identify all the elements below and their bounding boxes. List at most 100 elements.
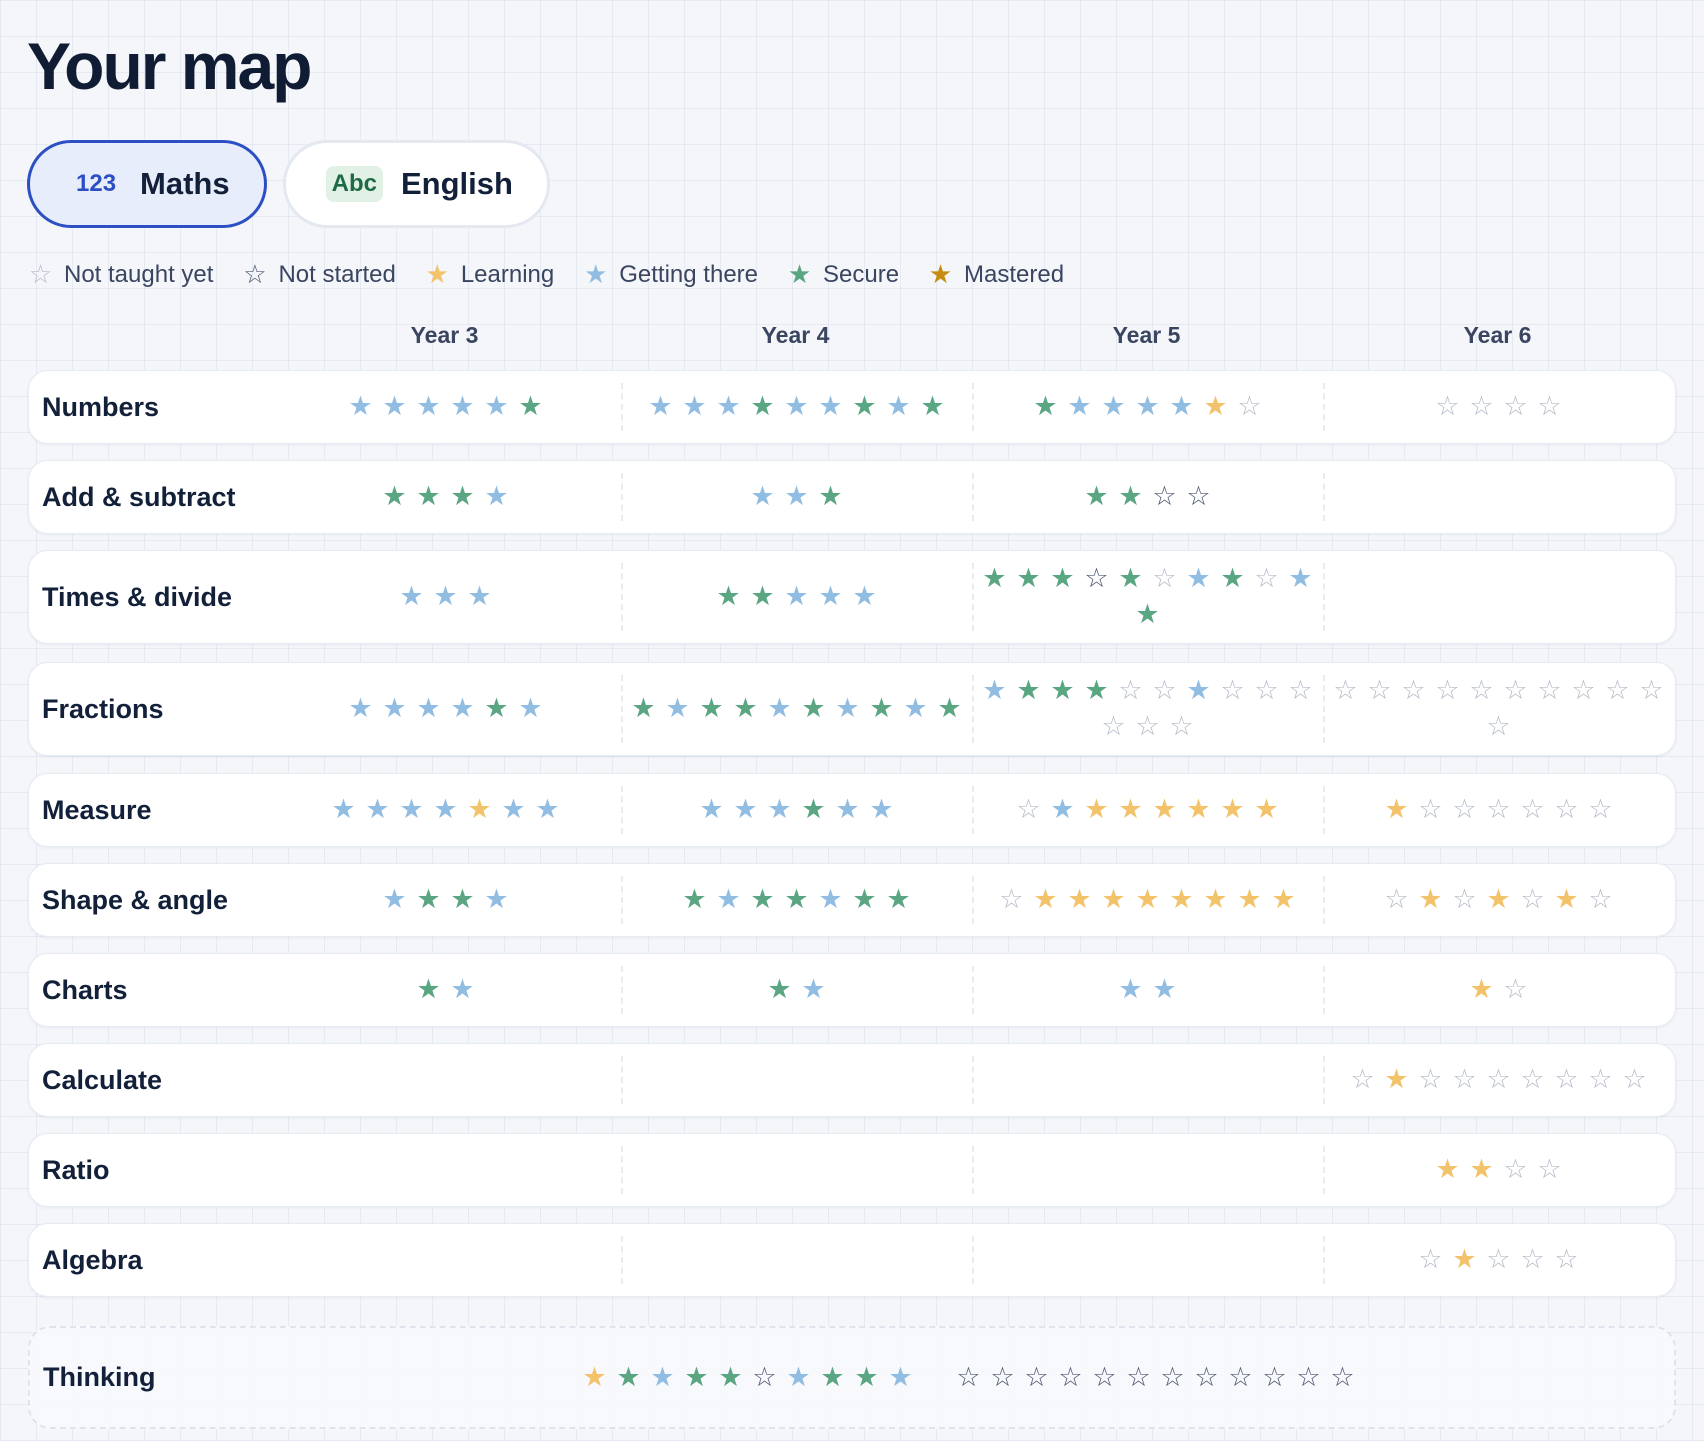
star-secure-icon[interactable]: ★ bbox=[1032, 392, 1059, 422]
star-learning-icon[interactable]: ★ bbox=[1553, 885, 1580, 915]
star-learning-icon[interactable]: ★ bbox=[1451, 1245, 1478, 1275]
star-not-taught-icon[interactable]: ☆ bbox=[1485, 1065, 1512, 1095]
star-getting-there-icon[interactable]: ★ bbox=[483, 885, 510, 915]
star-secure-icon[interactable]: ★ bbox=[800, 694, 827, 724]
star-learning-icon[interactable]: ★ bbox=[1151, 795, 1178, 825]
star-learning-icon[interactable]: ★ bbox=[1383, 795, 1410, 825]
star-secure-icon[interactable]: ★ bbox=[681, 885, 708, 915]
star-not-started-icon[interactable]: ☆ bbox=[1023, 1362, 1050, 1393]
star-not-taught-icon[interactable]: ☆ bbox=[1485, 795, 1512, 825]
star-learning-icon[interactable]: ★ bbox=[1485, 885, 1512, 915]
star-getting-there-icon[interactable]: ★ bbox=[1185, 676, 1212, 706]
star-getting-there-icon[interactable]: ★ bbox=[415, 392, 442, 422]
star-not-taught-icon[interactable]: ☆ bbox=[1587, 795, 1614, 825]
star-not-taught-icon[interactable]: ☆ bbox=[1417, 1245, 1444, 1275]
star-learning-icon[interactable]: ★ bbox=[1032, 885, 1059, 915]
star-secure-icon[interactable]: ★ bbox=[1083, 676, 1110, 706]
star-getting-there-icon[interactable]: ★ bbox=[1117, 975, 1144, 1005]
star-secure-icon[interactable]: ★ bbox=[885, 885, 912, 915]
star-not-taught-icon[interactable]: ☆ bbox=[1553, 795, 1580, 825]
star-not-taught-icon[interactable]: ☆ bbox=[1502, 392, 1529, 422]
star-secure-icon[interactable]: ★ bbox=[1083, 482, 1110, 512]
star-learning-icon[interactable]: ★ bbox=[1134, 885, 1161, 915]
star-not-taught-icon[interactable]: ☆ bbox=[1536, 392, 1563, 422]
star-not-started-icon[interactable]: ☆ bbox=[1185, 482, 1212, 512]
star-not-started-icon[interactable]: ☆ bbox=[1261, 1362, 1288, 1393]
star-getting-there-icon[interactable]: ★ bbox=[1100, 392, 1127, 422]
star-not-taught-icon[interactable]: ☆ bbox=[1604, 676, 1631, 706]
star-not-started-icon[interactable]: ☆ bbox=[1295, 1362, 1322, 1393]
star-getting-there-icon[interactable]: ★ bbox=[1168, 392, 1195, 422]
star-secure-icon[interactable]: ★ bbox=[868, 694, 895, 724]
star-not-taught-icon[interactable]: ☆ bbox=[1621, 1065, 1648, 1095]
star-getting-there-icon[interactable]: ★ bbox=[981, 676, 1008, 706]
star-not-taught-icon[interactable]: ☆ bbox=[1519, 1245, 1546, 1275]
star-not-taught-icon[interactable]: ☆ bbox=[1451, 1065, 1478, 1095]
star-not-taught-icon[interactable]: ☆ bbox=[1117, 676, 1144, 706]
star-getting-there-icon[interactable]: ★ bbox=[681, 392, 708, 422]
star-getting-there-icon[interactable]: ★ bbox=[517, 694, 544, 724]
star-getting-there-icon[interactable]: ★ bbox=[766, 694, 793, 724]
star-not-taught-icon[interactable]: ☆ bbox=[1519, 795, 1546, 825]
star-secure-icon[interactable]: ★ bbox=[919, 392, 946, 422]
star-getting-there-icon[interactable]: ★ bbox=[783, 582, 810, 612]
star-getting-there-icon[interactable]: ★ bbox=[817, 582, 844, 612]
star-secure-icon[interactable]: ★ bbox=[783, 885, 810, 915]
star-getting-there-icon[interactable]: ★ bbox=[785, 1362, 812, 1393]
star-secure-icon[interactable]: ★ bbox=[630, 694, 657, 724]
star-secure-icon[interactable]: ★ bbox=[1049, 564, 1076, 594]
star-not-started-icon[interactable]: ☆ bbox=[1159, 1362, 1186, 1393]
star-not-taught-icon[interactable]: ☆ bbox=[1366, 676, 1393, 706]
star-secure-icon[interactable]: ★ bbox=[415, 975, 442, 1005]
star-learning-icon[interactable]: ★ bbox=[1417, 885, 1444, 915]
star-secure-icon[interactable]: ★ bbox=[1134, 600, 1161, 630]
star-getting-there-icon[interactable]: ★ bbox=[347, 392, 374, 422]
star-not-started-icon[interactable]: ☆ bbox=[1091, 1362, 1118, 1393]
star-not-taught-icon[interactable]: ☆ bbox=[1519, 885, 1546, 915]
star-not-taught-icon[interactable]: ☆ bbox=[1253, 676, 1280, 706]
star-not-taught-icon[interactable]: ☆ bbox=[1468, 676, 1495, 706]
star-learning-icon[interactable]: ★ bbox=[1468, 975, 1495, 1005]
star-secure-icon[interactable]: ★ bbox=[853, 1362, 880, 1393]
star-getting-there-icon[interactable]: ★ bbox=[1151, 975, 1178, 1005]
star-not-taught-icon[interactable]: ☆ bbox=[1570, 676, 1597, 706]
star-secure-icon[interactable]: ★ bbox=[766, 975, 793, 1005]
star-getting-there-icon[interactable]: ★ bbox=[834, 795, 861, 825]
star-getting-there-icon[interactable]: ★ bbox=[800, 975, 827, 1005]
star-getting-there-icon[interactable]: ★ bbox=[381, 885, 408, 915]
star-learning-icon[interactable]: ★ bbox=[1219, 795, 1246, 825]
star-not-taught-icon[interactable]: ☆ bbox=[1400, 676, 1427, 706]
star-getting-there-icon[interactable]: ★ bbox=[715, 885, 742, 915]
star-not-started-icon[interactable]: ☆ bbox=[955, 1362, 982, 1393]
star-not-taught-icon[interactable]: ☆ bbox=[1417, 1065, 1444, 1095]
star-not-taught-icon[interactable]: ☆ bbox=[1451, 885, 1478, 915]
star-getting-there-icon[interactable]: ★ bbox=[330, 795, 357, 825]
star-getting-there-icon[interactable]: ★ bbox=[715, 392, 742, 422]
star-getting-there-icon[interactable]: ★ bbox=[381, 694, 408, 724]
star-secure-icon[interactable]: ★ bbox=[749, 582, 776, 612]
star-not-started-icon[interactable]: ☆ bbox=[1083, 564, 1110, 594]
star-getting-there-icon[interactable]: ★ bbox=[1066, 392, 1093, 422]
star-getting-there-icon[interactable]: ★ bbox=[483, 392, 510, 422]
star-secure-icon[interactable]: ★ bbox=[1049, 676, 1076, 706]
star-secure-icon[interactable]: ★ bbox=[517, 392, 544, 422]
star-learning-icon[interactable]: ★ bbox=[1066, 885, 1093, 915]
star-learning-icon[interactable]: ★ bbox=[1202, 885, 1229, 915]
star-secure-icon[interactable]: ★ bbox=[851, 885, 878, 915]
star-getting-there-icon[interactable]: ★ bbox=[902, 694, 929, 724]
star-learning-icon[interactable]: ★ bbox=[1100, 885, 1127, 915]
star-getting-there-icon[interactable]: ★ bbox=[534, 795, 561, 825]
star-not-taught-icon[interactable]: ☆ bbox=[1536, 676, 1563, 706]
star-getting-there-icon[interactable]: ★ bbox=[449, 694, 476, 724]
star-getting-there-icon[interactable]: ★ bbox=[1134, 392, 1161, 422]
star-getting-there-icon[interactable]: ★ bbox=[887, 1362, 914, 1393]
star-secure-icon[interactable]: ★ bbox=[449, 885, 476, 915]
star-getting-there-icon[interactable]: ★ bbox=[500, 795, 527, 825]
star-getting-there-icon[interactable]: ★ bbox=[766, 795, 793, 825]
star-getting-there-icon[interactable]: ★ bbox=[398, 795, 425, 825]
star-not-taught-icon[interactable]: ☆ bbox=[1519, 1065, 1546, 1095]
star-getting-there-icon[interactable]: ★ bbox=[817, 885, 844, 915]
star-getting-there-icon[interactable]: ★ bbox=[817, 392, 844, 422]
star-learning-icon[interactable]: ★ bbox=[1270, 885, 1297, 915]
star-secure-icon[interactable]: ★ bbox=[749, 392, 776, 422]
